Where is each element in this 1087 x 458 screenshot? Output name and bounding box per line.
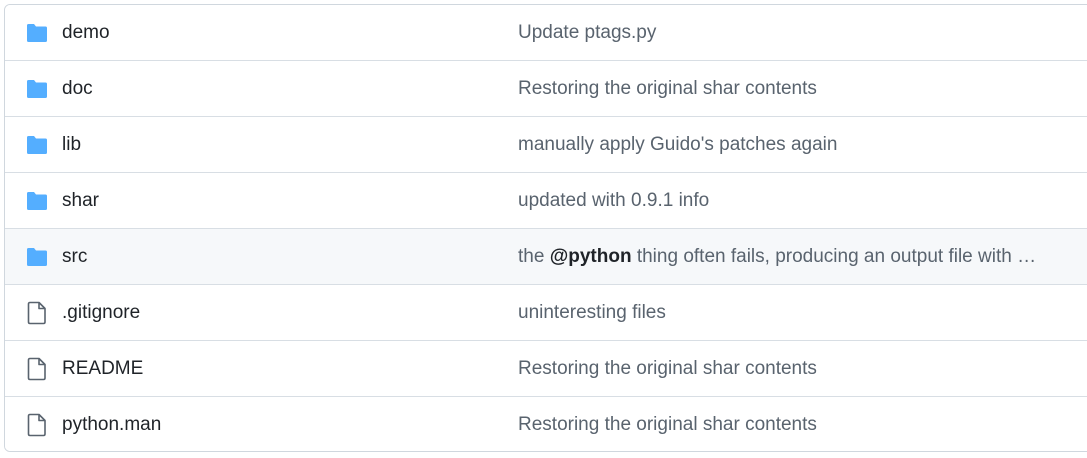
- commit-message-link[interactable]: Restoring the original shar contents: [518, 397, 817, 451]
- commit-message-link[interactable]: Restoring the original shar contents: [518, 341, 817, 397]
- table-row[interactable]: src the @python thing often fails, produ…: [5, 229, 1087, 285]
- commit-message-link[interactable]: the @python thing often fails, producing…: [518, 229, 1036, 285]
- commit-message-link[interactable]: Restoring the original shar contents: [518, 61, 817, 117]
- folder-icon: [25, 22, 49, 44]
- table-row[interactable]: lib manually apply Guido's patches again: [5, 117, 1087, 173]
- file-icon: [25, 413, 49, 437]
- table-row[interactable]: .gitignore uninteresting files: [5, 285, 1087, 341]
- file-icon: [25, 301, 49, 325]
- file-icon: [25, 357, 49, 381]
- file-name-link[interactable]: python.man: [62, 397, 161, 451]
- commit-message-prefix: the: [518, 246, 550, 267]
- file-name-link[interactable]: doc: [62, 61, 93, 117]
- user-mention-link[interactable]: @python: [550, 246, 632, 267]
- table-row[interactable]: python.man Restoring the original shar c…: [5, 397, 1087, 451]
- file-name-link[interactable]: lib: [62, 117, 81, 173]
- file-list-table: demo Update ptags.py doc Restoring the o…: [4, 4, 1087, 452]
- table-row[interactable]: doc Restoring the original shar contents: [5, 61, 1087, 117]
- file-name-link[interactable]: .gitignore: [62, 285, 140, 341]
- commit-message-link[interactable]: manually apply Guido's patches again: [518, 117, 837, 173]
- commit-message-link[interactable]: Update ptags.py: [518, 5, 656, 61]
- file-name-link[interactable]: src: [62, 229, 87, 285]
- commit-message-link[interactable]: updated with 0.9.1 info: [518, 173, 709, 229]
- commit-message-link[interactable]: uninteresting files: [518, 285, 666, 341]
- file-name-link[interactable]: README: [62, 341, 143, 397]
- file-name-link[interactable]: shar: [62, 173, 99, 229]
- folder-icon: [25, 78, 49, 100]
- commit-message-suffix: thing often fails, producing an output f…: [631, 246, 1037, 267]
- table-row[interactable]: README Restoring the original shar conte…: [5, 341, 1087, 397]
- table-row[interactable]: shar updated with 0.9.1 info: [5, 173, 1087, 229]
- folder-icon: [25, 134, 49, 156]
- folder-icon: [25, 190, 49, 212]
- table-row[interactable]: demo Update ptags.py: [5, 5, 1087, 61]
- file-name-link[interactable]: demo: [62, 5, 110, 61]
- folder-icon: [25, 246, 49, 268]
